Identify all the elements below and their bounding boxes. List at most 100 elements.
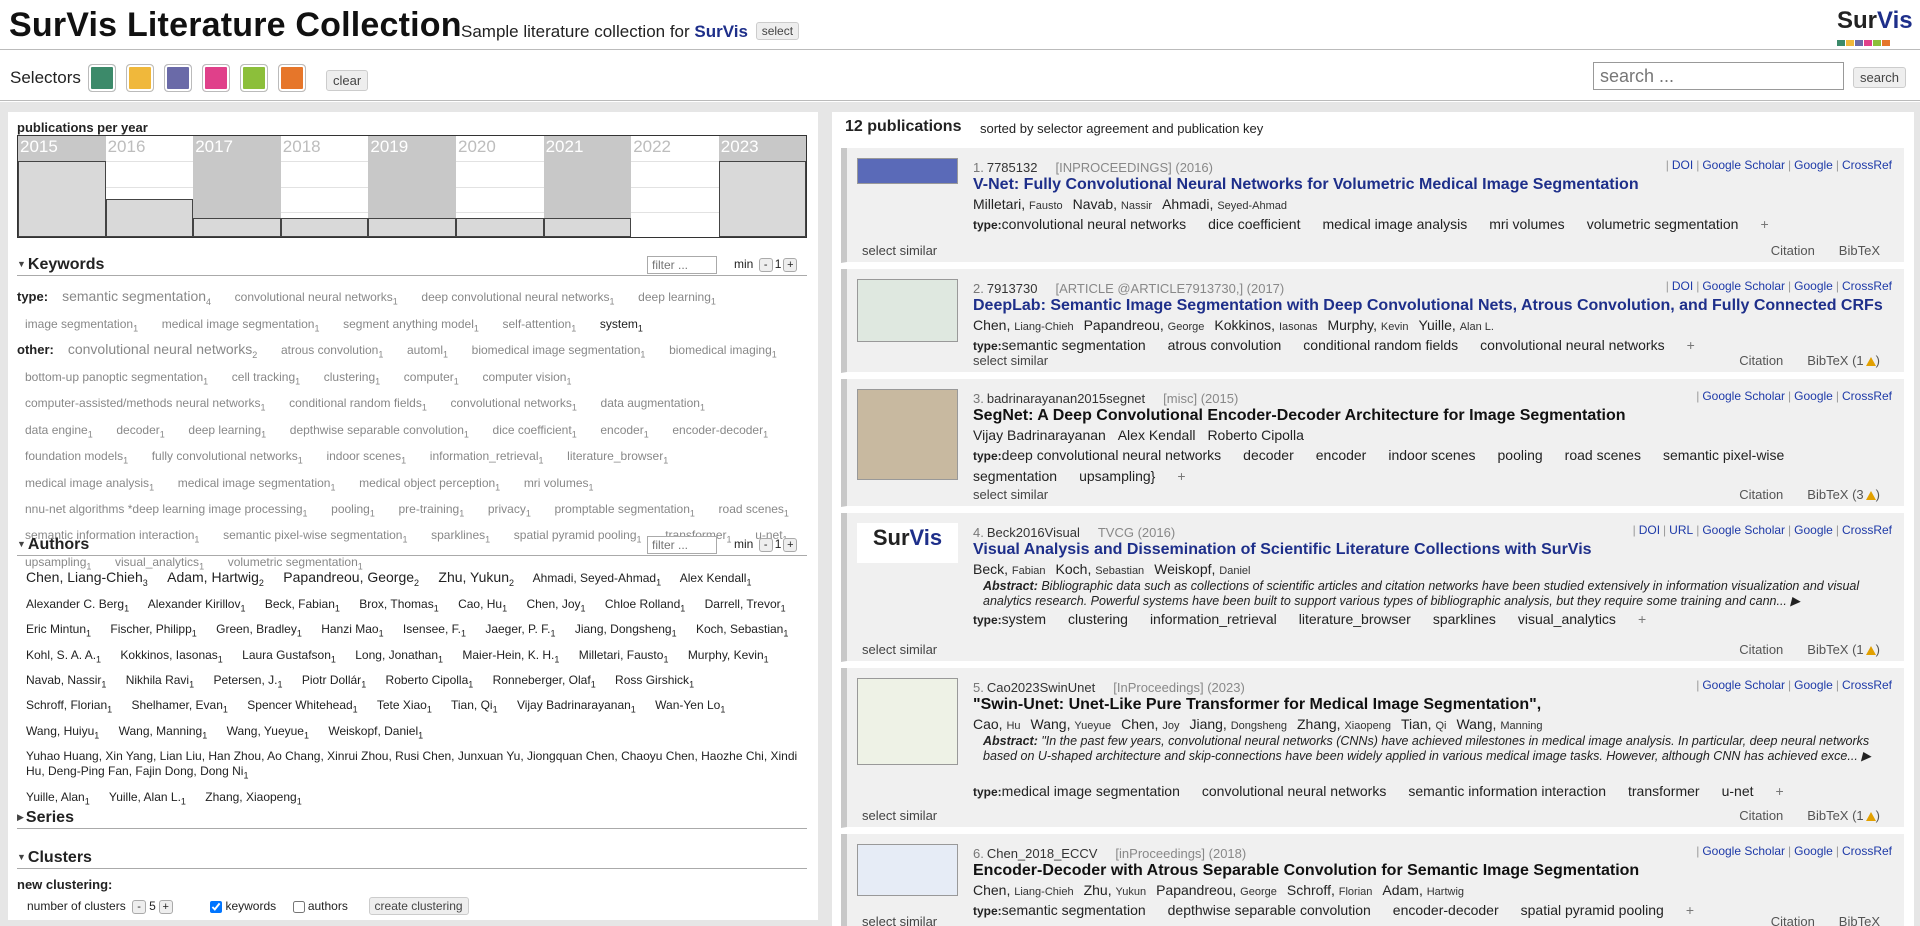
link-google-scholar[interactable]: Google Scholar <box>1702 844 1785 858</box>
add-keyword-button[interactable]: + <box>1177 468 1185 484</box>
author-tag[interactable]: Green, Bradley1 <box>216 622 302 638</box>
publication-entry[interactable]: 1. 7785132 [INPROCEEDINGS] (2016) | DOI | Goog… <box>841 148 1904 263</box>
author-tag[interactable]: Yuille, Alan1 <box>26 790 90 806</box>
keyword-tag[interactable]: medical object perception1 <box>359 476 500 492</box>
publication-title[interactable]: V-Net: Fully Convolutional Neural Networ… <box>973 176 1639 194</box>
publication-entry[interactable]: SurVis 4. Beck2016Visual TVCG (2016) | DOI | UR… <box>841 513 1904 662</box>
keyword-tag[interactable]: deep learning1 <box>638 290 716 306</box>
publication-entry[interactable]: 3. badrinarayanan2015segnet [misc] (2015) |… <box>841 379 1904 507</box>
publication-keyword[interactable]: literature_browser <box>1299 611 1411 627</box>
year-column-2015[interactable]: 2015 <box>18 136 106 237</box>
author-tag[interactable]: Fischer, Philipp1 <box>110 622 196 638</box>
link-crossref[interactable]: CrossRef <box>1842 279 1892 293</box>
publication-thumbnail[interactable] <box>857 844 958 896</box>
keyword-tag[interactable]: biomedical imaging1 <box>669 343 777 359</box>
keyword-tag[interactable]: nnu-net algorithms *deep learning image … <box>25 502 308 518</box>
select-similar-link[interactable]: select similar <box>973 487 1048 502</box>
year-column-2019[interactable]: 2019 <box>368 136 456 237</box>
publication-keyword[interactable]: visual_analytics <box>1518 611 1616 627</box>
keyword-tag[interactable]: deep convolutional neural networks1 <box>421 290 614 306</box>
author-last-name[interactable]: Papandreou, <box>1156 882 1240 898</box>
author-tag[interactable]: Chen, Liang-Chieh3 <box>26 569 148 588</box>
author-tag[interactable]: Hanzi Mao1 <box>321 622 383 638</box>
keyword-tag[interactable]: depthwise separable convolution1 <box>290 423 469 439</box>
select-collection-button[interactable]: select <box>755 22 800 40</box>
keyword-tag[interactable]: medical image segmentation1 <box>178 476 336 492</box>
author-tag[interactable]: Koch, Sebastian1 <box>696 622 788 638</box>
increase-min-button[interactable]: + <box>783 538 798 552</box>
publication-entry[interactable]: 6. Chen_2018_ECCV [inProceedings] (2018) | G… <box>841 834 1904 926</box>
link-google[interactable]: Google <box>1794 279 1833 293</box>
citation-link[interactable]: Citation <box>1739 808 1783 823</box>
author-last-name[interactable]: Papandreou, <box>1084 317 1168 333</box>
link-google-scholar[interactable]: Google Scholar <box>1702 158 1785 172</box>
author-tag[interactable]: Laura Gustafson1 <box>242 648 336 664</box>
authors-section-header[interactable]: ▼Authors min -1+ <box>17 536 807 556</box>
author-last-name[interactable]: Kokkinos, <box>1214 317 1279 333</box>
year-bar-2016[interactable] <box>105 199 194 237</box>
year-bar-2018[interactable] <box>280 218 369 237</box>
keyword-tag[interactable]: foundation models1 <box>25 449 128 465</box>
year-column-2016[interactable]: 2016 <box>105 136 194 237</box>
link-crossref[interactable]: CrossRef <box>1842 389 1892 403</box>
collapse-triangle-icon[interactable]: ▼ <box>17 539 26 549</box>
add-keyword-button[interactable]: + <box>1687 337 1695 353</box>
citation-link[interactable]: Citation <box>1739 487 1783 502</box>
author-last-name[interactable]: Alex Kendall <box>1118 427 1200 443</box>
citation-link[interactable]: Citation <box>1739 642 1783 657</box>
author-last-name[interactable]: Murphy, <box>1327 317 1380 333</box>
publication-keyword[interactable]: convolutional neural networks <box>1002 216 1186 232</box>
author-last-name[interactable]: Koch, <box>1056 561 1096 577</box>
keyword-tag[interactable]: mri volumes1 <box>524 476 594 492</box>
brand-link[interactable]: SurVis <box>694 22 748 41</box>
link-google-scholar[interactable]: Google Scholar <box>1702 279 1785 293</box>
link-crossref[interactable]: CrossRef <box>1842 678 1892 692</box>
search-input[interactable] <box>1593 62 1844 90</box>
author-tag[interactable]: Jiang, Dongsheng1 <box>575 622 677 638</box>
publication-keyword[interactable]: deep convolutional neural networks <box>1002 447 1221 463</box>
author-last-name[interactable]: Zhu, <box>1084 882 1116 898</box>
collapse-triangle-icon[interactable]: ▼ <box>17 259 26 269</box>
link-google-scholar[interactable]: Google Scholar <box>1702 523 1785 537</box>
year-bar-2017[interactable] <box>193 218 281 237</box>
bibtex-link[interactable]: BibTeX <box>1839 914 1880 926</box>
citation-link[interactable]: Citation <box>1771 914 1815 926</box>
publication-abstract[interactable]: Abstract: Bibliographic data such as col… <box>983 579 1883 609</box>
link-crossref[interactable]: CrossRef <box>1842 158 1892 172</box>
publication-thumbnail[interactable] <box>857 678 958 765</box>
bibtex-link[interactable]: BibTeX (3) <box>1807 487 1880 502</box>
author-last-name[interactable]: Beck, <box>973 561 1012 577</box>
bibtex-link[interactable]: BibTeX (1) <box>1807 353 1880 368</box>
select-similar-link[interactable]: select similar <box>973 353 1048 368</box>
author-last-name[interactable]: Schroff, <box>1287 882 1339 898</box>
year-bar-2021[interactable] <box>543 218 632 237</box>
selector-color-3[interactable] <box>164 64 192 92</box>
keyword-tag[interactable]: bottom-up panoptic segmentation1 <box>25 370 208 386</box>
keyword-tag[interactable]: deep learning1 <box>188 423 266 439</box>
collapse-triangle-icon[interactable]: ▼ <box>17 852 26 862</box>
publication-keyword[interactable]: upsampling} <box>1079 468 1155 484</box>
publication-keyword[interactable]: atrous convolution <box>1168 337 1282 353</box>
link-google-scholar[interactable]: Google Scholar <box>1702 678 1785 692</box>
keyword-tag[interactable]: convolutional neural networks2 <box>68 341 257 360</box>
keyword-tag[interactable]: encoder-decoder1 <box>672 423 768 439</box>
author-tag[interactable]: Chen, Joy1 <box>526 597 585 613</box>
author-last-name[interactable]: Cao, <box>973 716 1006 732</box>
keyword-tag[interactable]: privacy1 <box>488 502 531 518</box>
publication-keyword[interactable]: volumetric segmentation <box>1587 216 1739 232</box>
year-column-2023[interactable]: 2023 <box>718 136 807 237</box>
author-last-name[interactable]: Yuille, <box>1418 317 1459 333</box>
author-tag[interactable]: Milletari, Fausto1 <box>579 648 669 664</box>
author-tag[interactable]: Petersen, J.1 <box>213 673 282 689</box>
keyword-tag[interactable]: literature_browser1 <box>567 449 668 465</box>
link-google-scholar[interactable]: Google Scholar <box>1702 389 1785 403</box>
publication-title[interactable]: SegNet: A Deep Convolutional Encoder-Dec… <box>973 407 1626 425</box>
author-tag[interactable]: Navab, Nassir1 <box>26 673 106 689</box>
citation-link[interactable]: Citation <box>1739 353 1783 368</box>
author-tag[interactable]: Kohl, S. A. A.1 <box>26 648 101 664</box>
keyword-tag[interactable]: atrous convolution1 <box>281 343 383 359</box>
keyword-tag[interactable]: pooling1 <box>331 502 375 518</box>
increase-clusters-button[interactable]: + <box>158 900 173 914</box>
author-tag[interactable]: Wan-Yen Lo1 <box>655 698 725 714</box>
publication-title[interactable]: DeepLab: Semantic Image Segmentation wit… <box>973 297 1883 315</box>
